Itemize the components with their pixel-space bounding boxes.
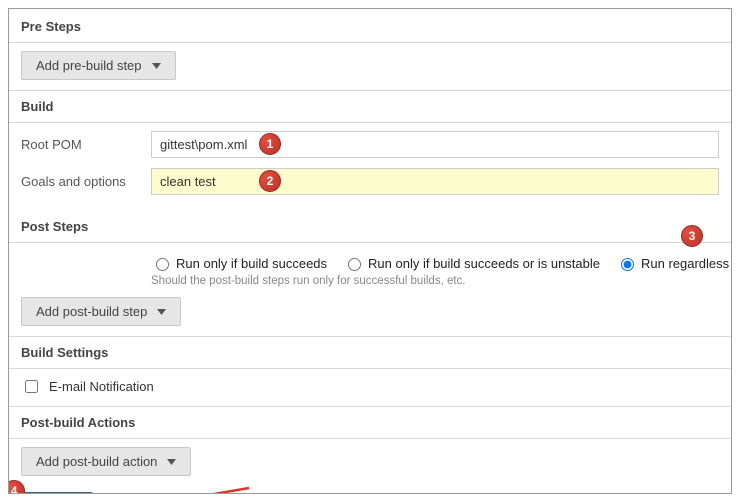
chevron-down-icon [167,459,176,465]
config-panel: Pre Steps Add pre-build step Build Root … [8,8,732,494]
divider [9,242,731,243]
post-build-actions-heading: Post-build Actions [21,415,719,430]
post-step-hint: Should the post-build steps run only for… [151,275,719,287]
chevron-down-icon [152,63,161,69]
divider [9,122,731,123]
radio-input[interactable] [156,258,169,271]
radio-regardless[interactable]: Run regardless of [616,255,732,271]
radio-unstable[interactable]: Run only if build succeeds or is unstabl… [343,255,600,271]
annotation-marker-1: 1 [259,133,281,155]
divider [9,438,731,439]
radio-input[interactable] [621,258,634,271]
post-step-radio-group: Run only if build succeeds Run only if b… [151,251,719,271]
add-post-build-step-button[interactable]: Add post-build step [21,297,181,326]
annotation-arrow [79,482,259,494]
root-pom-label: Root POM [21,131,151,152]
divider [9,90,731,91]
annotation-marker-2: 2 [259,170,281,192]
add-pre-build-step-button[interactable]: Add pre-build step [21,51,176,80]
button-label: Add post-build step [36,304,147,319]
goals-label: Goals and options [21,168,151,189]
post-steps-heading: Post Steps [21,219,719,234]
radio-label: Run regardless of [641,256,732,271]
button-label: Add pre-build step [36,58,142,73]
radio-label: Run only if build succeeds [176,256,327,271]
divider [9,336,731,337]
chevron-down-icon [157,309,166,315]
annotation-marker-3: 3 [681,225,703,247]
build-settings-heading: Build Settings [21,345,719,360]
divider [9,42,731,43]
button-label: Add post-build action [36,454,157,469]
email-notification-checkbox[interactable] [25,380,38,393]
annotation-marker-4: 4 [8,480,25,494]
root-pom-input[interactable] [151,131,719,158]
email-notification-label: E-mail Notification [49,379,154,394]
add-post-build-action-button[interactable]: Add post-build action [21,447,191,476]
save-button[interactable]: Save [21,492,93,494]
goals-input[interactable] [151,168,719,195]
radio-succeeds[interactable]: Run only if build succeeds [151,255,327,271]
divider [9,368,731,369]
build-heading: Build [21,99,719,114]
divider [9,406,731,407]
radio-label: Run only if build succeeds or is unstabl… [368,256,600,271]
radio-input[interactable] [348,258,361,271]
pre-steps-heading: Pre Steps [21,19,719,34]
